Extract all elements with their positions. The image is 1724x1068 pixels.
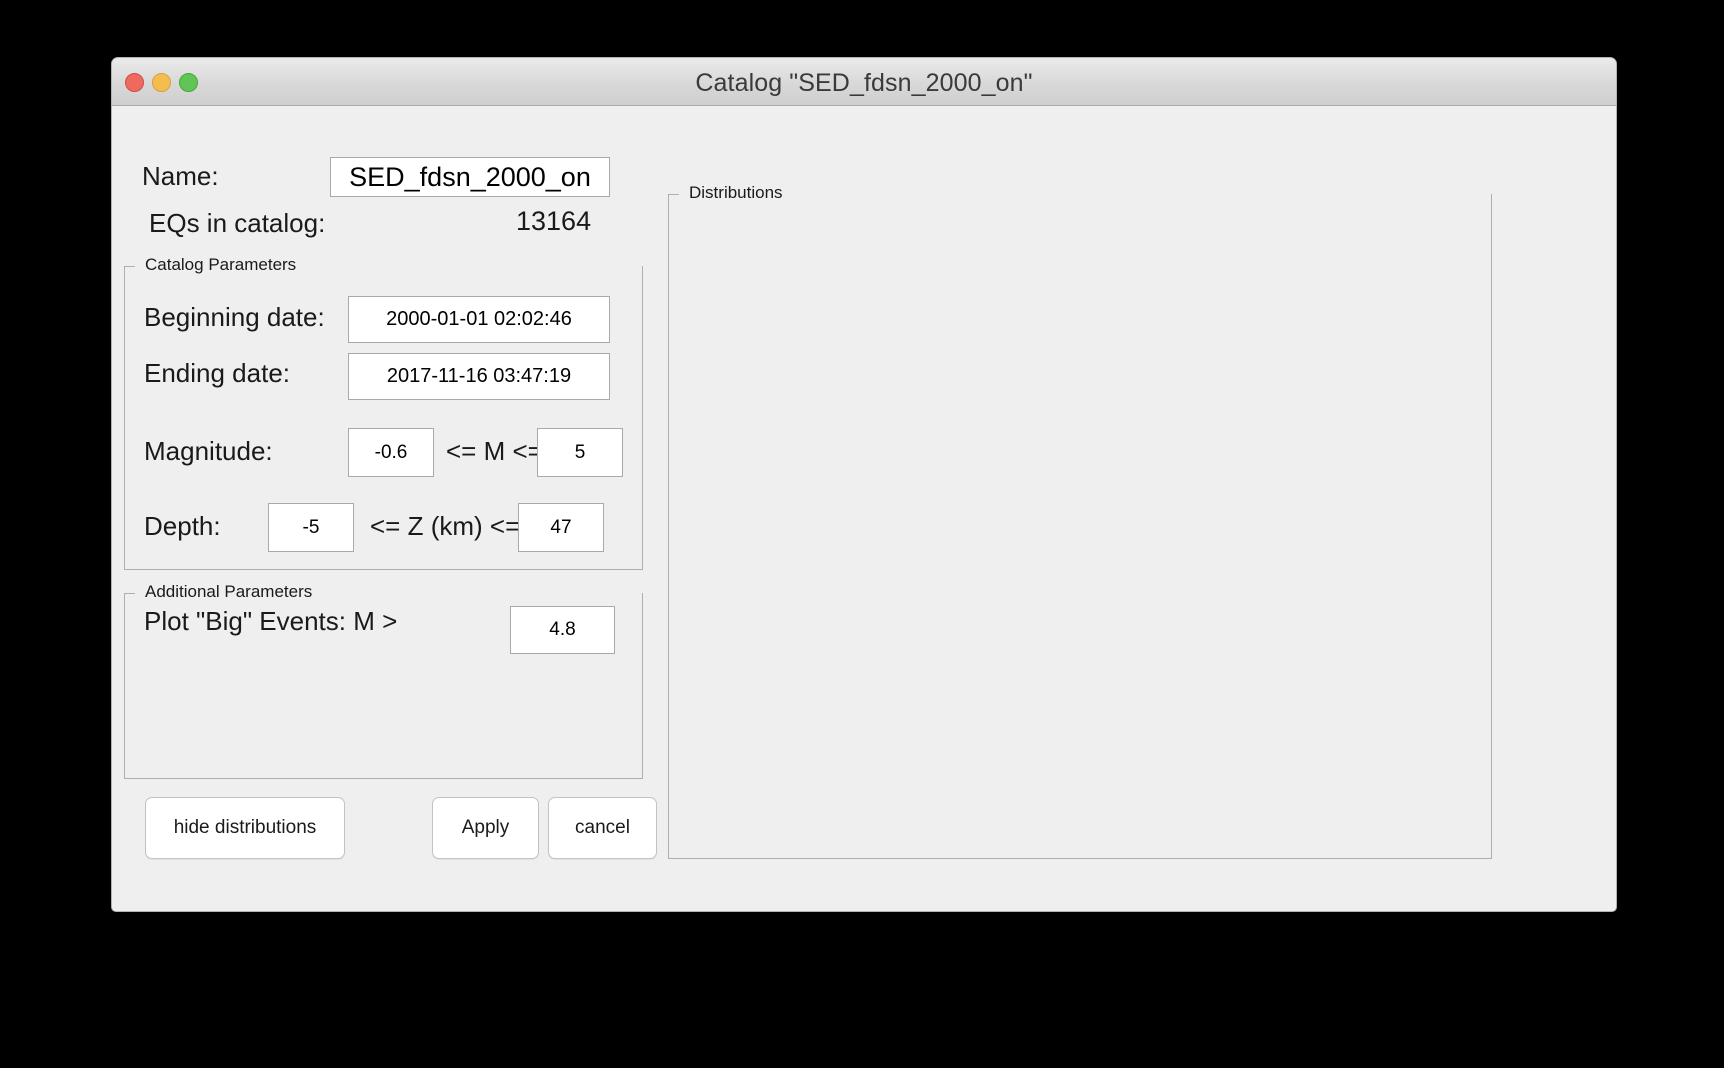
depth-label: Depth: [144,511,221,541]
eqs-in-catalog-label: EQs in catalog: [149,208,326,238]
screen: Catalog "SED_fdsn_2000_on" Name: SED_fds… [0,0,1724,1068]
time-histogram-chart [668,234,1492,429]
ending-date-input[interactable]: 2017-11-16 03:47:19 [348,353,610,400]
hide-distributions-button[interactable]: hide distributions [145,797,345,859]
catalog-window: Catalog "SED_fdsn_2000_on" Name: SED_fds… [111,57,1617,912]
additional-parameters-title: Additional Parameters [139,582,319,602]
eqs-in-catalog-value: 13164 [516,206,592,236]
depth-max-input[interactable]: 47 [518,503,604,552]
cancel-button[interactable]: cancel [548,797,657,859]
beginning-date-input[interactable]: 2000-01-01 02:02:46 [348,296,610,343]
magnitude-range-operator: <= M <= [446,436,543,466]
magnitude-histogram-chart [668,429,1492,624]
name-input[interactable]: SED_fdsn_2000_on [330,157,610,197]
depth-range-operator: <= Z (km) <= [370,511,521,541]
magnitude-min-input[interactable]: -0.6 [348,428,434,477]
magnitude-max-input[interactable]: 5 [537,428,623,477]
window-content: Name: SED_fdsn_2000_on EQs in catalog: 1… [112,106,1616,911]
depth-histogram-chart [668,624,1492,819]
distributions-charts [668,194,1492,859]
magnitude-label: Magnitude: [144,436,273,466]
beginning-date-label: Beginning date: [144,302,325,332]
plot-big-events-input[interactable]: 4.8 [510,606,615,654]
apply-button[interactable]: Apply [432,797,539,859]
ending-date-label: Ending date: [144,358,291,388]
plot-big-events-label: Plot "Big" Events: M > [144,606,398,636]
window-title: Catalog "SED_fdsn_2000_on" [695,69,1033,97]
window-titlebar: Catalog "SED_fdsn_2000_on" [112,58,1616,106]
catalog-parameters-title: Catalog Parameters [139,255,303,275]
name-label: Name: [142,161,219,191]
depth-min-input[interactable]: -5 [268,503,354,552]
